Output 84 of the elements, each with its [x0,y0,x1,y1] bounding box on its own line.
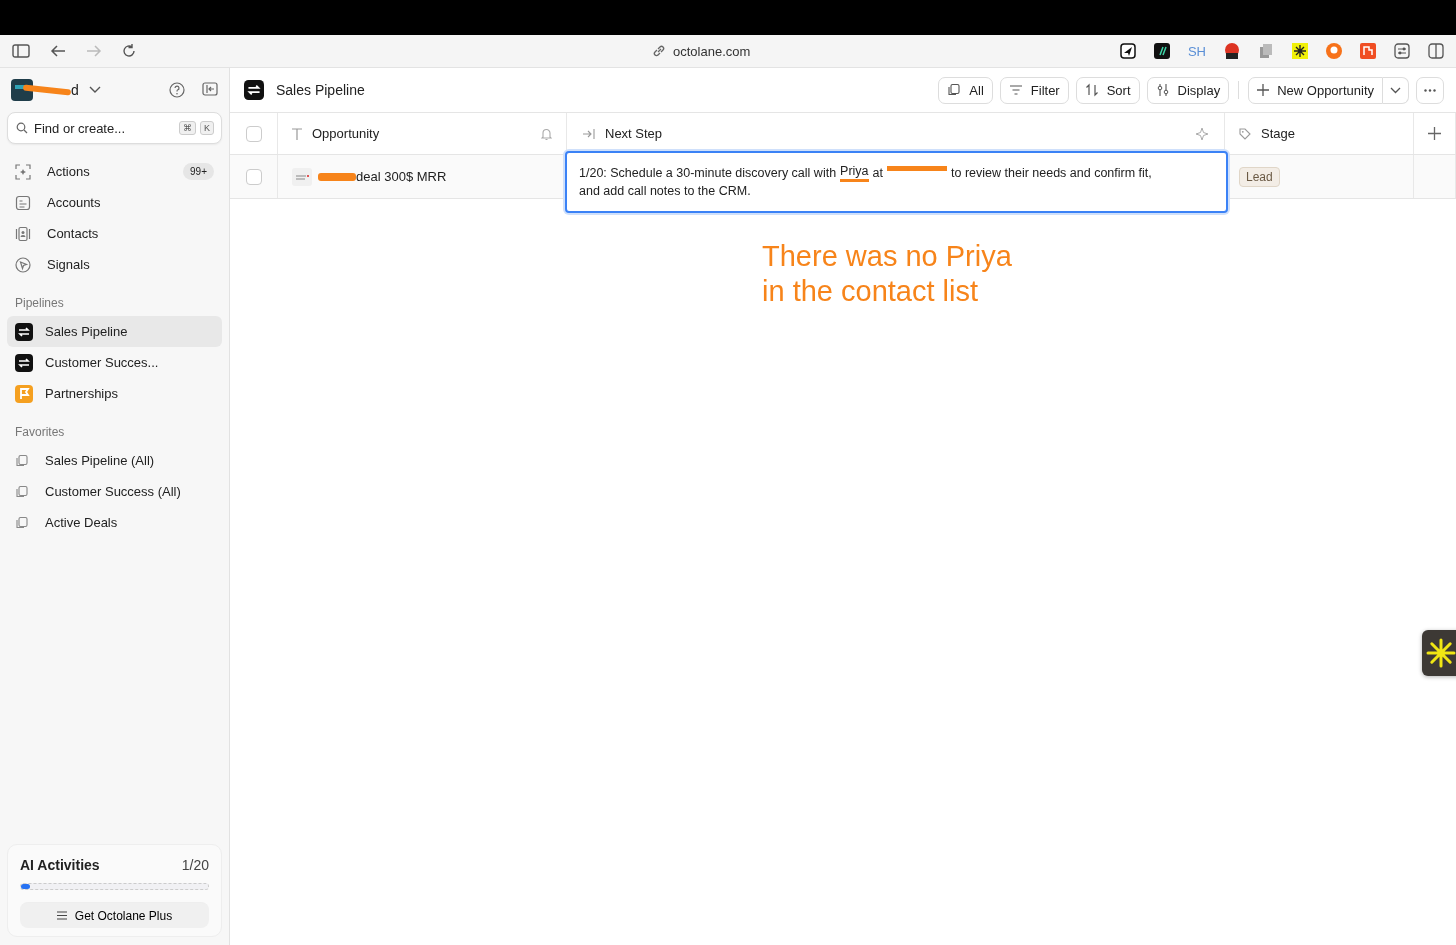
tag-icon [1239,127,1251,140]
reload-icon[interactable] [122,44,136,58]
toolbar-button[interactable]: Sort [1075,76,1140,104]
plus-icon [1257,84,1270,96]
annotation-text: in the contact list [762,274,978,309]
contact-card-icon [15,225,31,242]
underlined-name: Priya [840,164,869,182]
arrow-to-line-icon [583,128,595,139]
page-title: Sales Pipeline [276,82,365,98]
views-icon [15,484,29,499]
paper-plane-icon[interactable] [1119,43,1136,59]
swap-arrows-icon [244,80,264,100]
menu-icon [56,911,67,920]
upgrade-button[interactable]: Get Octolane Plus [20,902,209,928]
chevron-down-icon [1390,86,1401,94]
toolbar-button[interactable]: Filter [999,76,1069,104]
sliders-icon[interactable] [1394,43,1410,59]
chevron-down-icon[interactable] [88,86,101,94]
toolbar-button[interactable]: Display [1146,76,1230,104]
floating-widget[interactable] [1422,630,1456,676]
workspace-logo-icon [11,79,33,101]
views-icon [15,453,29,468]
pipeline-item[interactable]: Customer Succes... [7,347,222,378]
cursor-circle-icon [15,256,31,273]
document-icon [15,194,31,211]
flag-icon [15,384,33,403]
sort-icon [1084,83,1099,97]
help-icon[interactable] [169,82,185,98]
annotation-text: There was no Priya [762,239,1012,274]
row-checkbox[interactable] [245,168,262,185]
extension-icon[interactable] [1224,42,1240,60]
link-icon [652,44,666,58]
redaction-mark [887,165,947,171]
nav-item[interactable]: Contacts [7,218,222,249]
redaction-mark [318,172,356,181]
select-all-checkbox[interactable] [245,125,262,142]
next-step-text: and add call notes to the CRM. [579,183,751,200]
new-opportunity-button[interactable]: New Opportunity [1248,76,1383,104]
next-step-text: 1/20: Schedule a 30-minute discovery call with [579,165,837,182]
pipeline-item[interactable]: Sales Pipeline [7,316,222,347]
nav-item[interactable]: Actions 99+ [7,156,222,187]
add-column-icon[interactable] [1428,127,1441,140]
favorite-item[interactable]: Sales Pipeline (All) [7,445,222,476]
opportunity-name[interactable]: deal 300$ MRR [356,169,447,184]
stage-tag[interactable]: Lead [1239,166,1280,187]
count-badge: 99+ [183,163,214,180]
pipeline-item[interactable]: Partnerships [7,378,222,409]
back-icon[interactable] [50,44,66,58]
sliders-icon [1155,83,1170,97]
text-type-icon [292,127,302,140]
split-view-icon[interactable] [1428,43,1444,59]
company-logo-icon [292,167,312,186]
sidebar-toggle-icon[interactable] [12,44,30,58]
asterisk-icon [1426,638,1456,668]
section-header[interactable]: Pipelines [15,296,222,310]
card-title: AI Activities [20,857,100,873]
redaction-mark [22,84,72,96]
collapse-sidebar-icon[interactable] [202,82,218,96]
usage-count: 1/20 [181,857,209,873]
column-header[interactable]: Stage [1239,126,1295,141]
next-step-text: at [872,165,883,182]
workspace-name[interactable]: d [71,82,79,98]
swap-arrows-icon [15,322,33,341]
asterisk-icon[interactable] [1292,43,1308,59]
swap-arrows-icon [15,353,33,372]
search-icon [16,122,28,134]
favorite-item[interactable]: Active Deals [7,507,222,538]
nav-item[interactable]: Signals [7,249,222,280]
views-icon [947,83,962,97]
more-icon [1424,88,1436,92]
next-step-editor[interactable]: 1/20: Schedule a 30-minute discovery call with Priya at to review their needs and confirm fit, and add call notes to the CRM. [565,151,1228,213]
favorite-item[interactable]: Customer Success (All) [7,476,222,507]
nav-item[interactable]: Accounts [7,187,222,218]
url-text[interactable]: octolane.com [673,43,751,59]
column-header[interactable]: Next Step [583,126,663,141]
column-header[interactable]: Opportunity [292,126,380,141]
extension-icon[interactable] [1153,43,1170,59]
views-icon [15,515,29,530]
filter-icon [1008,84,1023,96]
section-header[interactable]: Favorites [15,425,222,439]
toolbar-button[interactable]: All [938,76,993,104]
copy-icon[interactable] [1258,43,1274,59]
sparkle-target-icon [15,163,31,180]
next-step-text: to review their needs and confirm fit, [951,165,1152,182]
